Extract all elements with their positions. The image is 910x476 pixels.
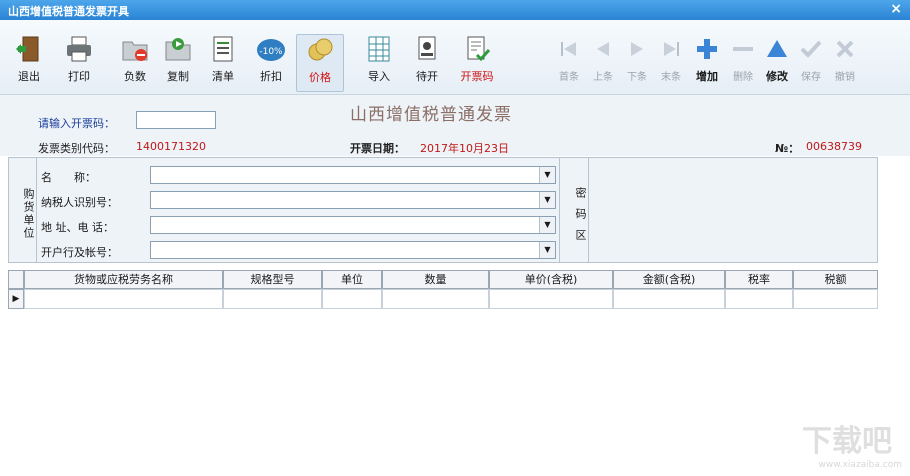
watermark-url: www.xiazaiba.com <box>818 460 902 470</box>
row-indicator-icon: ▶ <box>8 289 24 309</box>
column-header[interactable]: 单价(含税) <box>489 270 613 289</box>
printer-icon <box>67 36 91 62</box>
column-header[interactable]: 数量 <box>382 270 489 289</box>
invoice-code-input[interactable] <box>136 111 216 129</box>
import-button[interactable]: 导入 <box>356 34 402 90</box>
list-button[interactable]: 清单 <box>200 34 246 90</box>
title-bar: 山西增值税普通发票开具 × <box>0 0 910 20</box>
invoice-title: 山西增值税普通发票 <box>350 105 512 125</box>
grid-cell[interactable] <box>24 289 223 309</box>
invoice-date: 2017年10月23日 <box>420 142 509 155</box>
list-icon <box>213 36 233 62</box>
buyer-address-combo[interactable]: ▼ <box>150 216 556 234</box>
import-label: 导入 <box>368 70 390 83</box>
grid-cell[interactable] <box>613 289 725 309</box>
buyer-bank-combo[interactable]: ▼ <box>150 241 556 259</box>
cancel-label: 撤销 <box>835 72 855 83</box>
price-button[interactable]: 价格 <box>296 34 344 92</box>
price-label: 价格 <box>309 71 331 84</box>
import-sheet-icon <box>368 36 390 62</box>
price-coins-icon <box>308 38 333 61</box>
pending-icon <box>418 36 436 60</box>
plus-icon <box>697 39 717 59</box>
grid-cell[interactable] <box>725 289 793 309</box>
list-label: 清单 <box>212 70 234 83</box>
invoice-number: 00638739 <box>806 140 862 153</box>
invoice-code-label: 开票码 <box>460 70 494 83</box>
buyer-bank-row: 开户行及帐号： ▼ <box>41 241 556 260</box>
buyer-section-label: 购货单位 <box>9 158 37 262</box>
print-label: 打印 <box>68 70 90 83</box>
items-grid: 货物或应税劳务名称 规格型号 单位 数量 单价(含税) 金额(含税) 税率 税额… <box>8 270 878 312</box>
grid-cell[interactable] <box>223 289 322 309</box>
type-code-value: 1400171320 <box>136 140 206 153</box>
exit-button[interactable]: 退出 <box>6 34 52 90</box>
exit-door-icon <box>16 36 39 62</box>
discount-label: 折扣 <box>260 70 282 83</box>
buyer-name-combo[interactable]: ▼ <box>150 166 556 184</box>
dropdown-arrow-icon[interactable]: ▼ <box>539 242 555 258</box>
buyer-section: 购货单位 名 称： ▼ 纳税人识别号： ▼ 地 址、电 话： ▼ 开户行及帐号：… <box>8 157 878 263</box>
negative-folder-icon <box>122 41 148 61</box>
copy-button[interactable]: 复制 <box>155 34 201 90</box>
svg-text:-10%: -10% <box>259 47 283 57</box>
buyer-taxid-label: 纳税人识别号： <box>41 196 118 209</box>
close-icon[interactable]: × <box>890 1 902 17</box>
number-label: №： <box>775 142 800 155</box>
column-header[interactable]: 规格型号 <box>223 270 322 289</box>
toolbar: 退出 打印 负数 复制 清单 -10% 折扣 价格 导入 待开 开票码 首条 上… <box>0 20 910 95</box>
column-header[interactable]: 货物或应税劳务名称 <box>24 270 223 289</box>
discount-badge-icon: -10% <box>257 39 285 61</box>
negative-label: 负数 <box>124 70 146 83</box>
window-title: 山西增值税普通发票开具 <box>8 5 129 18</box>
cipher-area-label: 密码区 <box>559 158 589 262</box>
buyer-taxid-combo[interactable]: ▼ <box>150 191 556 209</box>
pending-button[interactable]: 待开 <box>404 34 450 90</box>
code-prompt-label: 请输入开票码： <box>38 117 115 130</box>
invoice-code-button[interactable]: 开票码 <box>454 34 500 90</box>
print-button[interactable]: 打印 <box>56 34 102 90</box>
cancel-button[interactable]: 撤销 <box>822 34 868 90</box>
grid-cell[interactable] <box>322 289 382 309</box>
column-header[interactable]: 税额 <box>793 270 878 289</box>
date-label: 开票日期： <box>350 142 405 155</box>
invoice-code-icon <box>467 36 491 62</box>
buyer-name-label: 名 称： <box>41 171 96 184</box>
cancel-x-icon <box>836 40 854 58</box>
dropdown-arrow-icon[interactable]: ▼ <box>539 217 555 233</box>
dropdown-arrow-icon[interactable]: ▼ <box>539 167 555 183</box>
grid-cell[interactable] <box>382 289 489 309</box>
last-record-icon <box>664 42 679 56</box>
pending-label: 待开 <box>416 70 438 83</box>
grid-corner <box>8 270 24 289</box>
column-header[interactable]: 税率 <box>725 270 793 289</box>
dropdown-arrow-icon[interactable]: ▼ <box>539 192 555 208</box>
exit-label: 退出 <box>18 70 40 83</box>
type-code-label: 发票类别代码： <box>38 142 115 155</box>
column-header[interactable]: 单位 <box>322 270 382 289</box>
grid-cell[interactable] <box>489 289 613 309</box>
buyer-bank-label: 开户行及帐号： <box>41 246 118 259</box>
discount-button[interactable]: -10% 折扣 <box>248 34 294 90</box>
buyer-taxid-row: 纳税人识别号： ▼ <box>41 191 556 210</box>
buyer-address-label: 地 址、电 话： <box>41 221 114 234</box>
buyer-address-row: 地 址、电 话： ▼ <box>41 216 556 235</box>
copy-label: 复制 <box>167 70 189 83</box>
grid-cell[interactable] <box>793 289 878 309</box>
watermark-text: 下载吧 <box>802 424 892 459</box>
copy-icon <box>165 38 191 61</box>
negative-button[interactable]: 负数 <box>112 34 158 90</box>
column-header[interactable]: 金额(含税) <box>613 270 725 289</box>
watermark: 下载吧 www.xiazaiba.com <box>782 424 902 470</box>
buyer-name-row: 名 称： ▼ <box>41 166 556 185</box>
